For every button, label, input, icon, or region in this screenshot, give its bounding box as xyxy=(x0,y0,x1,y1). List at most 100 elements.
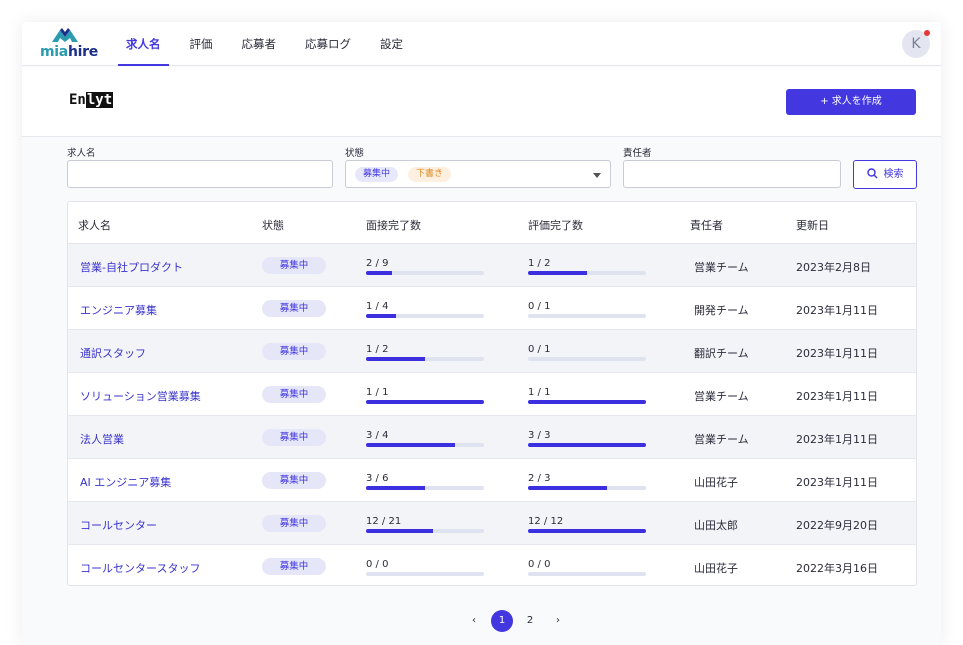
status-chip-draft[interactable]: 下書き xyxy=(408,167,452,182)
pagination: ‹ 1 2 › xyxy=(22,610,941,632)
evaluation-progress-fill xyxy=(528,271,587,275)
status-select[interactable]: 募集中 下書き xyxy=(345,160,611,188)
job-title-link[interactable]: AI エンジニア募集 xyxy=(80,474,171,490)
nav-item-applicants[interactable]: 応募者 xyxy=(234,22,285,66)
interview-progress-bar xyxy=(366,357,484,361)
evaluation-progress-fill xyxy=(528,443,646,447)
owner-cell: 営業チーム xyxy=(694,433,749,446)
interview-progress-bar xyxy=(366,529,484,533)
status-badge: 募集中 xyxy=(262,300,326,317)
owner-cell: 山田花子 xyxy=(694,476,738,489)
company-header: Enlyt + 求人を作成 xyxy=(22,67,941,137)
evaluation-progress-bar xyxy=(528,271,646,275)
page-1-button[interactable]: 1 xyxy=(491,610,513,632)
table-row[interactable]: 営業-自社プロダクト 募集中 2 / 9 1 / 2 営業チーム 2023年2月8日 xyxy=(68,244,916,287)
evaluation-count: 3 / 3 xyxy=(528,430,551,441)
table-row[interactable]: AI エンジニア募集 募集中 3 / 6 2 / 3 山田花子 2023年1月11日 xyxy=(68,459,916,502)
interview-count: 1 / 4 xyxy=(366,301,389,312)
interview-progress-bar xyxy=(366,271,484,275)
table-row[interactable]: コールセンター 募集中 12 / 21 12 / 12 山田太郎 2022年9月20日 xyxy=(68,502,916,545)
interview-count: 1 / 1 xyxy=(366,387,389,398)
header-evaluation[interactable]: 評価完了数 xyxy=(528,217,583,233)
evaluation-progress-bar xyxy=(528,400,646,404)
status-badge: 募集中 xyxy=(262,515,326,532)
notification-dot xyxy=(924,30,930,36)
search-button[interactable]: 検索 xyxy=(853,160,917,189)
nav-item-evaluation[interactable]: 評価 xyxy=(182,22,221,66)
evaluation-count: 2 / 3 xyxy=(528,473,551,484)
status-chip-recruiting[interactable]: 募集中 xyxy=(355,167,399,182)
header-interview[interactable]: 面接完了数 xyxy=(366,217,421,233)
status-filter-label: 状態 xyxy=(345,148,365,159)
owner-cell: 営業チーム xyxy=(694,261,749,274)
evaluation-count: 1 / 1 xyxy=(528,387,551,398)
chevron-right-icon[interactable]: › xyxy=(547,610,569,632)
header-status[interactable]: 状態 xyxy=(262,217,284,233)
evaluation-progress-bar xyxy=(528,357,646,361)
evaluation-progress-bar xyxy=(528,314,646,318)
status-badge: 募集中 xyxy=(262,257,326,274)
interview-count: 0 / 0 xyxy=(366,559,389,570)
logo-suffix: hire xyxy=(67,44,98,60)
evaluation-count: 0 / 1 xyxy=(528,344,551,355)
interview-progress-fill xyxy=(366,486,425,490)
chevron-down-icon[interactable] xyxy=(593,173,601,178)
owner-cell: 開発チーム xyxy=(694,304,749,317)
evaluation-count: 1 / 2 xyxy=(528,258,551,269)
nav-item-settings[interactable]: 設定 xyxy=(372,22,411,66)
owner-cell: 営業チーム xyxy=(694,390,749,403)
evaluation-progress-bar xyxy=(528,529,646,533)
table-row[interactable]: 法人営業 募集中 3 / 4 3 / 3 営業チーム 2023年1月11日 xyxy=(68,416,916,459)
chevron-left-icon[interactable]: ‹ xyxy=(463,610,485,632)
status-badge: 募集中 xyxy=(262,429,326,446)
owner-filter-label: 責任者 xyxy=(623,148,652,159)
table-row[interactable]: エンジニア募集 募集中 1 / 4 0 / 1 開発チーム 2023年1月11日 xyxy=(68,287,916,330)
job-title-link[interactable]: 営業-自社プロダクト xyxy=(80,259,183,275)
page-2-button[interactable]: 2 xyxy=(519,610,541,632)
evaluation-progress-bar xyxy=(528,443,646,447)
job-title-link[interactable]: コールセンタースタッフ xyxy=(80,560,200,576)
app-window: miahire 求人名 評価 応募者 応募ログ 設定 K Enlyt + 求人を… xyxy=(22,22,941,645)
logo-wordmark: miahire xyxy=(40,44,98,60)
owner-cell: 山田花子 xyxy=(694,562,738,575)
status-badge: 募集中 xyxy=(262,343,326,360)
interview-progress-bar xyxy=(366,443,484,447)
job-title-link[interactable]: エンジニア募集 xyxy=(80,302,157,318)
header-job[interactable]: 求人名 xyxy=(78,217,111,233)
job-title-link[interactable]: 通訳スタッフ xyxy=(80,345,146,361)
miahire-logo[interactable]: miahire xyxy=(40,28,98,62)
interview-progress-bar xyxy=(366,572,484,576)
table-row[interactable]: ソリューション営業募集 募集中 1 / 1 1 / 1 営業チーム 2023年1月11日 xyxy=(68,373,916,416)
table-row[interactable]: コールセンタースタッフ 募集中 0 / 0 0 / 0 山田花子 2022年3月16日 xyxy=(68,545,916,585)
evaluation-progress-fill xyxy=(528,400,646,404)
interview-progress-fill xyxy=(366,357,425,361)
interview-count: 3 / 4 xyxy=(366,430,389,441)
updated-date-cell: 2023年1月11日 xyxy=(796,390,878,403)
owner-input[interactable] xyxy=(623,160,841,188)
create-job-button[interactable]: + 求人を作成 xyxy=(786,89,916,115)
job-name-input[interactable] xyxy=(67,160,333,188)
updated-date-cell: 2023年2月8日 xyxy=(796,261,871,274)
job-title-link[interactable]: 法人営業 xyxy=(80,431,124,447)
top-navbar: miahire 求人名 評価 応募者 応募ログ 設定 K xyxy=(22,22,941,66)
evaluation-progress-bar xyxy=(528,572,646,576)
job-title-link[interactable]: コールセンター xyxy=(80,517,157,533)
evaluation-count: 0 / 1 xyxy=(528,301,551,312)
interview-progress-bar xyxy=(366,314,484,318)
nav-item-application-log[interactable]: 応募ログ xyxy=(297,22,359,66)
search-button-label: 検索 xyxy=(883,169,904,180)
interview-count: 1 / 2 xyxy=(366,344,389,355)
interview-count: 3 / 6 xyxy=(366,473,389,484)
interview-progress-fill xyxy=(366,443,455,447)
evaluation-progress-fill xyxy=(528,529,646,533)
search-icon xyxy=(866,168,878,179)
interview-progress-bar xyxy=(366,400,484,404)
nav-item-jobs[interactable]: 求人名 xyxy=(118,22,169,66)
table-row[interactable]: 通訳スタッフ 募集中 1 / 2 0 / 1 翻訳チーム 2023年1月11日 xyxy=(68,330,916,373)
evaluation-count: 0 / 0 xyxy=(528,559,551,570)
updated-date-cell: 2023年1月11日 xyxy=(796,304,878,317)
job-title-link[interactable]: ソリューション営業募集 xyxy=(80,388,201,404)
header-owner[interactable]: 責任者 xyxy=(690,217,723,233)
header-updated[interactable]: 更新日 xyxy=(796,217,829,233)
status-badge: 募集中 xyxy=(262,386,326,403)
